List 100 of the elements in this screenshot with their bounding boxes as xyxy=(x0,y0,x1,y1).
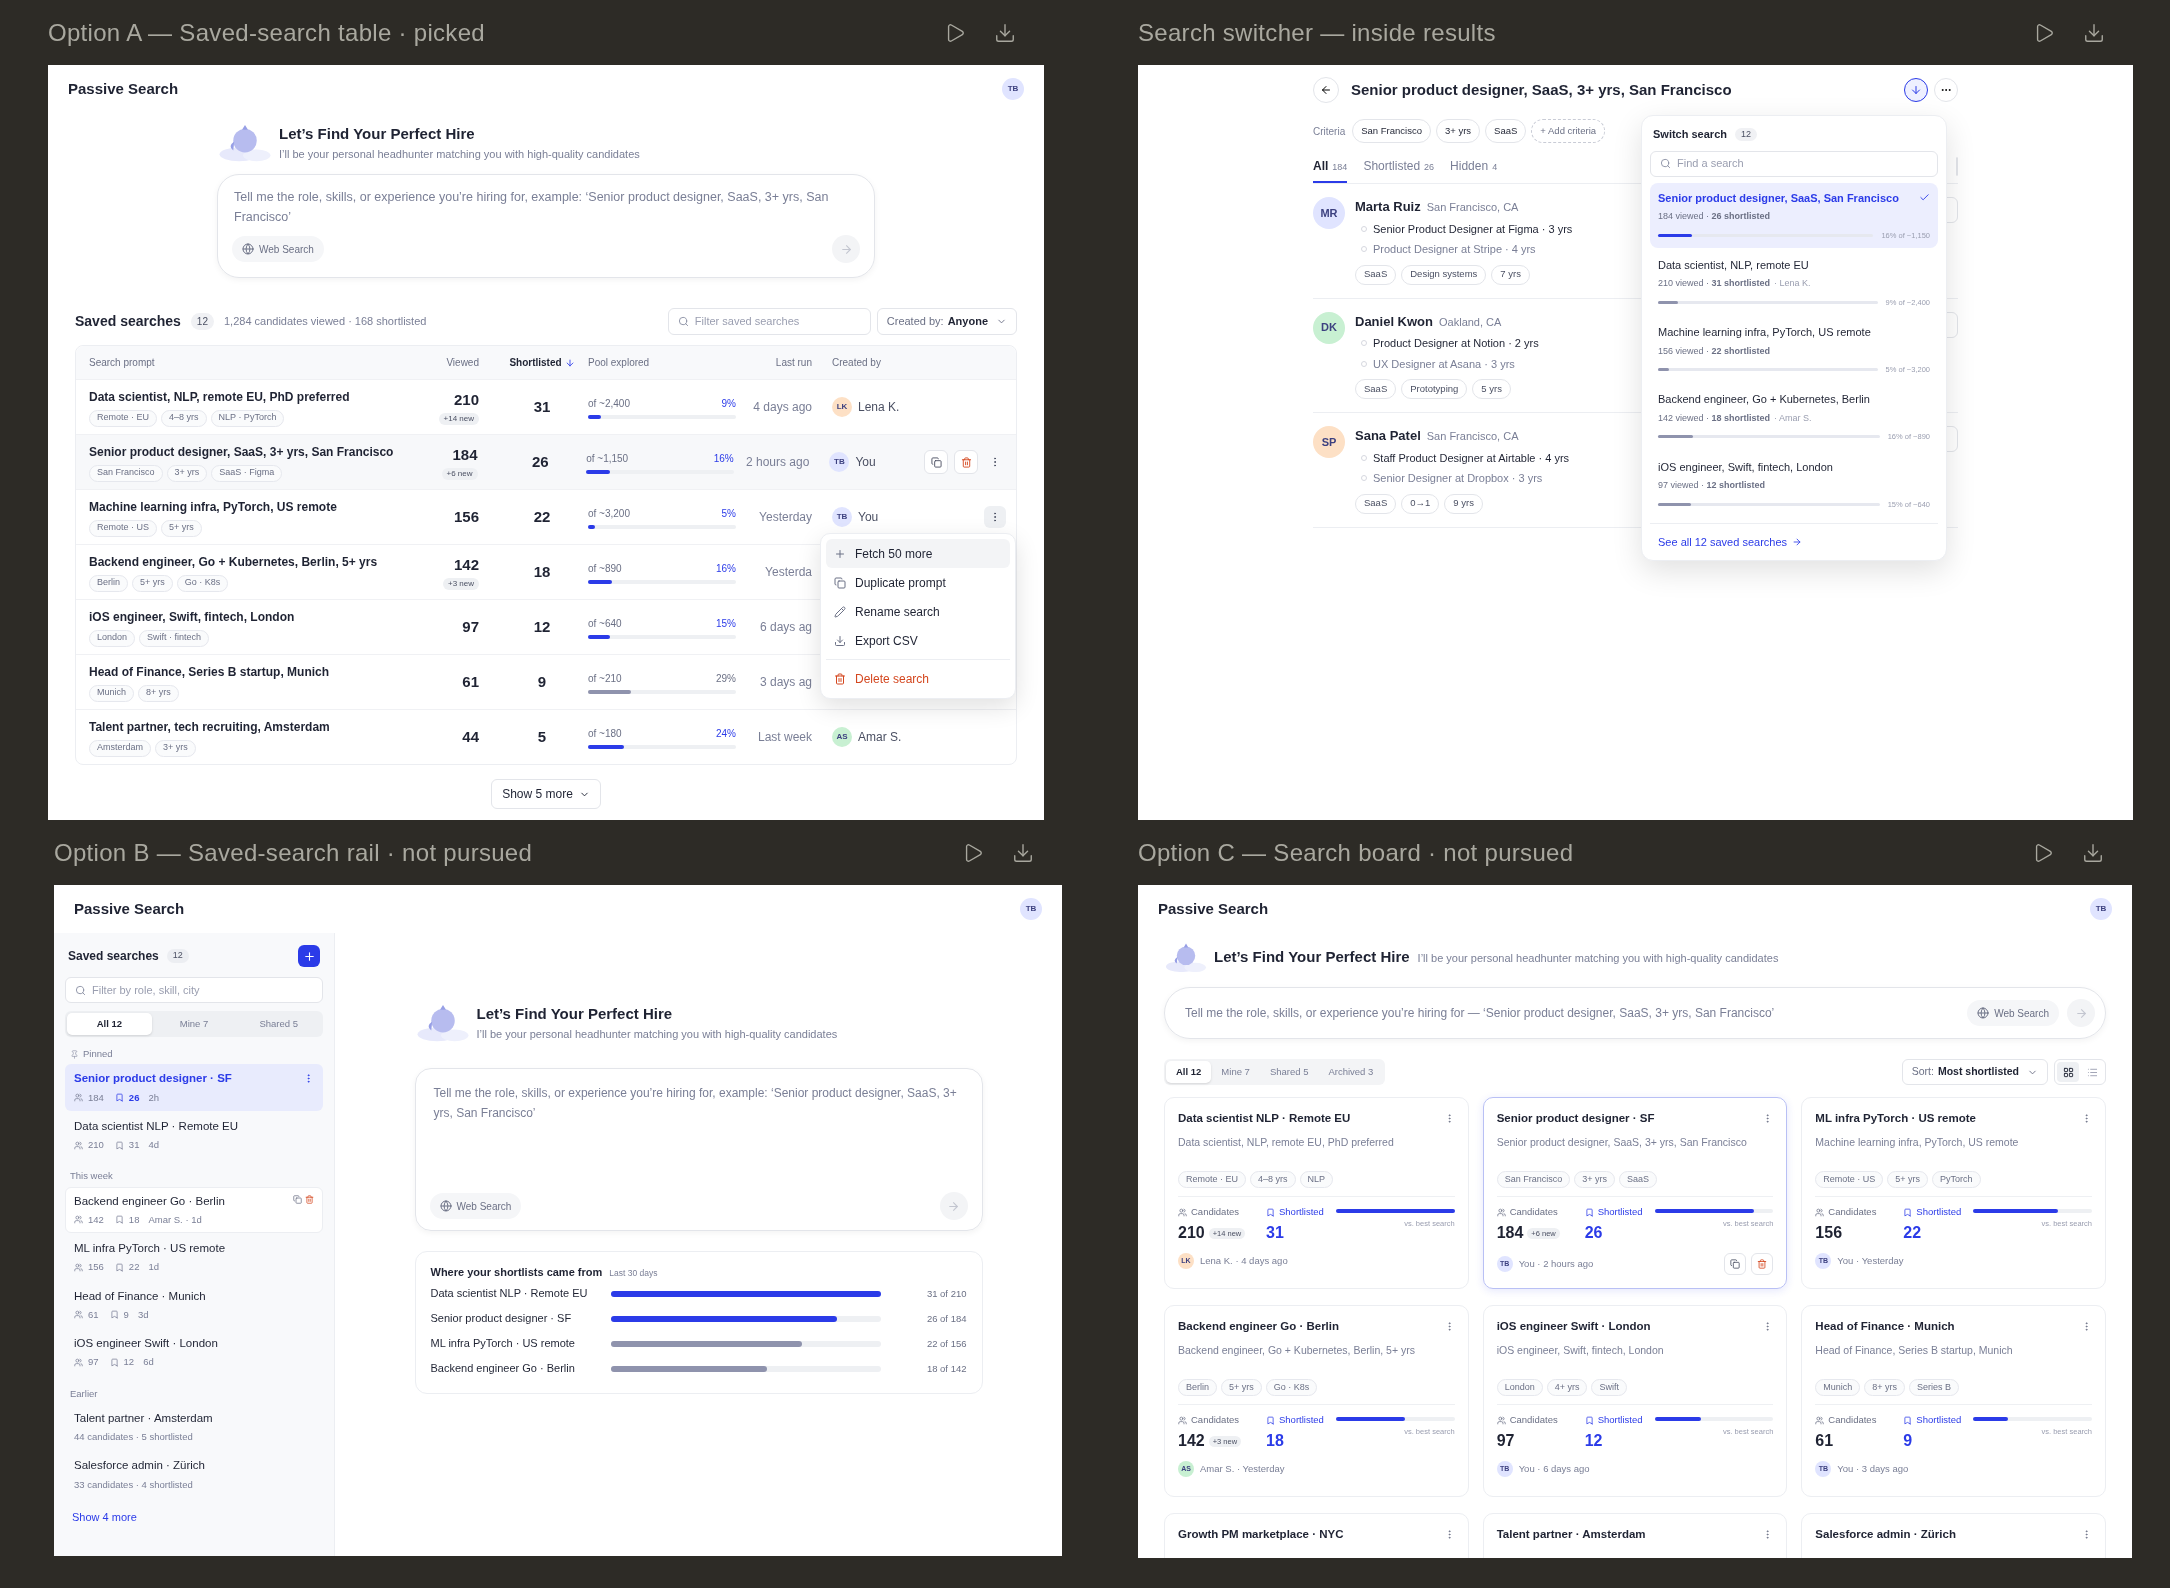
role-text: Staff Product Designer at Airtable · 4 yrs xyxy=(1373,450,1570,466)
creator-name: Lena K. xyxy=(858,399,900,417)
stat-label: Shortlisted xyxy=(1266,1205,1336,1220)
tag: Series B xyxy=(1909,1379,1960,1396)
avatar: MR xyxy=(1313,197,1345,229)
tag: Remote · EU xyxy=(1178,1171,1246,1188)
avatar: TB xyxy=(832,507,852,528)
candidate-location: Oakland, CA xyxy=(1439,314,1502,330)
pool-size: of ~890 xyxy=(588,561,622,576)
search-stats: 97 viewed · 12 shortlisted xyxy=(1658,479,1766,492)
shortlisted-count: 9 xyxy=(1903,1431,1914,1452)
card-title: iOS engineer Swift · London xyxy=(1496,1319,1651,1334)
tag: 5+ yrs xyxy=(132,574,173,592)
item-age: 3d xyxy=(137,1307,149,1322)
item-age: 6d xyxy=(143,1355,154,1370)
section-title: Option C — Search board · not pursued xyxy=(1138,837,1574,868)
item-title: ML infra PyTorch · US remote xyxy=(74,1241,226,1256)
shortlisted-count: 26 xyxy=(1584,1223,1604,1244)
candidate-name: Marta Ruiz xyxy=(1355,198,1421,216)
last-run: 3 days ag xyxy=(758,674,812,692)
tag: Berlin xyxy=(1178,1379,1217,1396)
card-meta: Amar S. · Yesterday xyxy=(1200,1462,1285,1477)
stat-label: Shortlisted xyxy=(1584,1413,1655,1428)
tag: PyTorch xyxy=(1932,1171,1981,1188)
pool-size: of ~3,200 xyxy=(588,506,630,521)
shortlisted-count: 26 xyxy=(128,1090,140,1105)
item-age: Amar S. · 1d xyxy=(148,1212,202,1227)
viewed-count: 44 xyxy=(462,726,479,747)
last-run: Yesterday xyxy=(758,509,812,527)
app-title: Passive Search xyxy=(68,78,179,99)
card-title: Growth PM marketplace · NYC xyxy=(1178,1527,1344,1542)
search-prompt: Backend engineer, Go + Kubernetes, Berlin, 5+ yrs xyxy=(89,553,379,571)
shortlisted-count: 31 xyxy=(1266,1223,1285,1244)
count-badge: 12 xyxy=(190,313,214,331)
item-title: Senior product designer · SF xyxy=(74,1071,232,1087)
search-prompt: Data scientist, NLP, remote EU, PhD preferred xyxy=(89,388,351,406)
card-prompt: iOS engineer, Swift, fintech, London xyxy=(1496,1343,1665,1359)
source-label: ML infra PyTorch · US remote xyxy=(430,1336,576,1352)
card-title: Senior product designer · SF xyxy=(1496,1111,1655,1126)
card-title: Where your shortlists came from xyxy=(430,1265,603,1281)
tag: 4–8 yrs xyxy=(1250,1171,1296,1188)
card-prompt: Head of Finance, Series B startup, Munich xyxy=(1815,1343,2014,1359)
item-title: Salesforce admin · Zürich xyxy=(74,1458,206,1474)
search-prompt: Machine learning infra, PyTorch, US remote xyxy=(89,498,338,516)
search-stats: 156 viewed · 22 shortlisted xyxy=(1658,344,1771,358)
new-badge: +3 new xyxy=(442,578,479,591)
count-badge: 12 xyxy=(1735,127,1757,141)
tag: Munich xyxy=(1815,1379,1861,1396)
tag: Go · K8s xyxy=(176,574,229,592)
pool-size: of ~640 xyxy=(588,616,622,631)
candidates-count: 61 xyxy=(1815,1431,1834,1452)
avatar: AS xyxy=(832,727,852,748)
card-meta: Lena K. · 4 days ago xyxy=(1200,1254,1288,1269)
tag: NLP xyxy=(1299,1171,1334,1188)
creator-name: You xyxy=(855,454,876,472)
source-reading: 31 of 210 xyxy=(926,1286,967,1301)
card-prompt: Senior product designer, SaaS, 3+ yrs, San Francisco xyxy=(1496,1135,1748,1151)
dropdown-title: Switch search xyxy=(1653,127,1727,142)
section-heading: Saved searches xyxy=(75,312,181,332)
tag: Swift xyxy=(1591,1379,1627,1396)
tag: Munich xyxy=(89,684,134,702)
stat-label: Shortlisted xyxy=(1584,1205,1655,1220)
card-prompt: Backend engineer, Go + Kubernetes, Berlin, 5+ yrs xyxy=(1178,1343,1416,1359)
search-prompt: Talent partner, tech recruiting, Amsterdam xyxy=(89,718,331,736)
pool-percent: 24% xyxy=(716,726,736,741)
tag: 8+ yrs xyxy=(1864,1379,1906,1396)
item-title: Backend engineer Go · Berlin xyxy=(74,1193,225,1209)
item-age: 4d xyxy=(148,1138,159,1152)
candidates-count: 97 xyxy=(1496,1431,1515,1452)
item-summary: 44 candidates · 5 shortlisted xyxy=(74,1430,194,1444)
source-label: Senior product designer · SF xyxy=(430,1311,573,1327)
role-text: Product Designer at Stripe · 4 yrs xyxy=(1373,242,1536,257)
role-text: UX Designer at Asana · 3 yrs xyxy=(1373,356,1515,372)
item-age: 1d xyxy=(148,1260,159,1275)
source-label: Data scientist NLP · Remote EU xyxy=(430,1286,589,1302)
viewed-count: 184 xyxy=(452,444,478,465)
tag: 5+ yrs xyxy=(161,519,202,537)
card-meta: You · Yesterday xyxy=(1837,1254,1904,1269)
stat-label: Shortlisted xyxy=(1903,1413,1974,1428)
last-run: Yesterda xyxy=(764,564,812,582)
search-stats: 184 viewed · 26 shortlisted xyxy=(1658,210,1771,223)
tag: 4+ yrs xyxy=(1546,1379,1588,1396)
shortlisted-count: 22 xyxy=(1903,1223,1923,1244)
card-title: ML infra PyTorch · US remote xyxy=(1815,1111,1976,1126)
new-badge: +14 new xyxy=(438,413,479,426)
card-meta: You · 3 days ago xyxy=(1837,1462,1909,1477)
tag: 5+ yrs xyxy=(1221,1379,1262,1396)
sidebar-title: Saved searches xyxy=(68,948,159,965)
viewed-count: 142 xyxy=(88,1212,104,1227)
tag: London xyxy=(89,629,136,647)
pool-size: of ~180 xyxy=(588,726,622,741)
hero-title: Let’s Find Your Perfect Hire xyxy=(279,124,476,145)
card-title: Salesforce admin · Zürich xyxy=(1815,1527,1956,1542)
app-title: Passive Search xyxy=(1158,898,1269,919)
owner-name: · Amar S. xyxy=(1774,411,1812,425)
stat-label: Candidates xyxy=(1496,1413,1585,1428)
item-age: 2h xyxy=(148,1090,159,1105)
last-run: 4 days ago xyxy=(752,399,812,417)
pool-percent: 15% xyxy=(716,616,736,631)
avatar: LK xyxy=(832,397,852,418)
